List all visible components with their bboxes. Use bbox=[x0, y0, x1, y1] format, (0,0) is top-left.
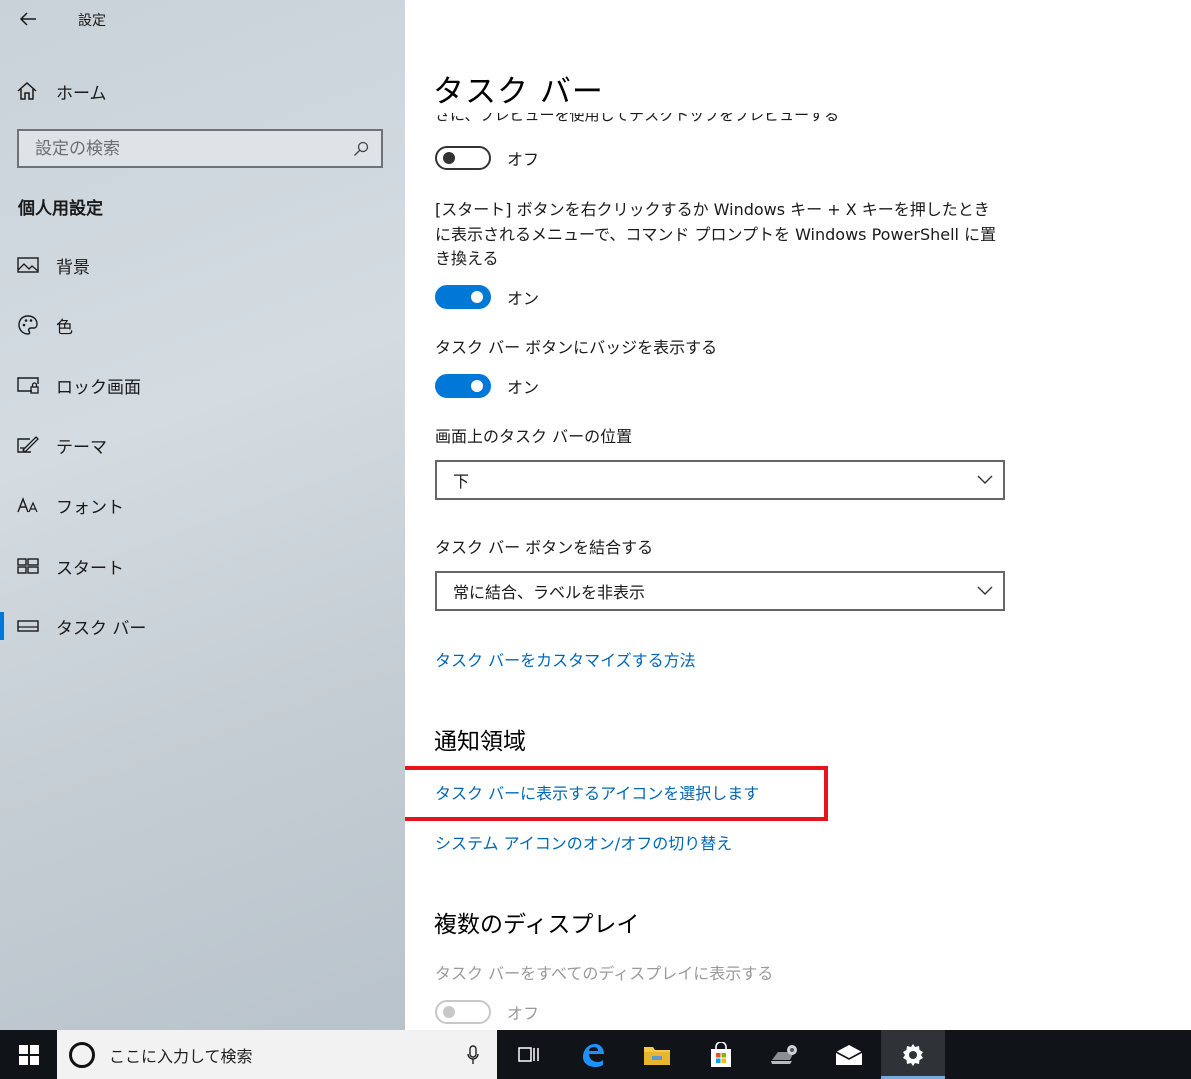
combine-buttons-dropdown[interactable]: 常に結合、ラベルを非表示 bbox=[435, 571, 1005, 611]
sidebar-item-home[interactable]: ホーム bbox=[16, 77, 107, 105]
powershell-setting-label: [スタート] ボタンを右クリックするか Windows キー + X キーを押し… bbox=[435, 200, 997, 268]
badge-setting-label: タスク バー ボタンにバッジを表示する bbox=[435, 338, 718, 357]
search-icon[interactable] bbox=[353, 141, 369, 157]
partially-scrolled-label: さに、プレビューを使用してデスクトップをプレビューする bbox=[435, 113, 839, 127]
store-button[interactable] bbox=[689, 1030, 753, 1079]
taskbar-search-placeholder: ここに入力して検索 bbox=[109, 1046, 253, 1066]
sidebar-item-label: 背景 bbox=[56, 257, 90, 278]
position-setting-label: 画面上のタスク バーの位置 bbox=[435, 427, 633, 446]
peek-toggle-state: オフ bbox=[507, 150, 540, 169]
theme-icon bbox=[16, 433, 40, 457]
edge-icon bbox=[583, 1043, 604, 1067]
select-taskbar-icons-link[interactable]: タスク バーに表示するアイコンを選択します bbox=[435, 780, 759, 804]
task-view-icon bbox=[518, 1046, 539, 1062]
gear-icon bbox=[903, 1043, 923, 1066]
powershell-toggle-row: オン bbox=[435, 285, 539, 309]
mail-icon bbox=[835, 1044, 863, 1065]
sidebar-home-label: ホーム bbox=[56, 83, 107, 104]
task-view-button[interactable] bbox=[497, 1030, 561, 1079]
badge-toggle-state: オン bbox=[507, 378, 540, 397]
sidebar-item-background[interactable]: 背景 bbox=[0, 245, 405, 285]
font-icon bbox=[16, 493, 40, 517]
multiple-displays-heading: 複数のディスプレイ bbox=[434, 912, 640, 938]
peek-toggle-row: オフ bbox=[435, 146, 539, 170]
sidebar-item-taskbar[interactable]: タスク バー bbox=[0, 606, 405, 646]
combine-buttons-value: 常に結合、ラベルを非表示 bbox=[453, 583, 646, 602]
sidebar-item-font[interactable]: フォント bbox=[0, 485, 405, 525]
palette-icon bbox=[16, 313, 40, 337]
settings-search-input[interactable] bbox=[35, 138, 353, 159]
settings-app-button[interactable] bbox=[881, 1030, 945, 1079]
sidebar-item-lock-screen[interactable]: ロック画面 bbox=[0, 365, 405, 405]
cortana-icon[interactable] bbox=[69, 1041, 95, 1068]
mail-button[interactable] bbox=[817, 1030, 881, 1079]
microphone-icon[interactable] bbox=[467, 1044, 479, 1065]
start-button[interactable] bbox=[0, 1030, 57, 1079]
store-icon bbox=[711, 1041, 731, 1067]
partially-scrolled-text: さに、プレビューを使用してデスクトップをプレビューする bbox=[435, 113, 840, 124]
powershell-toggle-state: オン bbox=[507, 289, 540, 308]
badge-toggle[interactable] bbox=[435, 374, 491, 398]
lock-screen-icon bbox=[16, 373, 40, 397]
windows-taskbar: ここに入力して検索 bbox=[0, 1030, 1191, 1079]
sidebar-item-theme[interactable]: テーマ bbox=[0, 425, 405, 465]
taskbar-search-box[interactable]: ここに入力して検索 bbox=[57, 1030, 497, 1079]
sidebar-item-start[interactable]: スタート bbox=[0, 546, 405, 586]
chevron-down-icon bbox=[977, 586, 993, 595]
multi-display-toggle[interactable] bbox=[435, 1000, 491, 1024]
sidebar: 設定 ホーム 個人用設定 背景 色 ロック画面 テーマ フォント スタート タス… bbox=[0, 0, 405, 1030]
peek-toggle[interactable] bbox=[435, 146, 491, 170]
sidebar-item-color[interactable]: 色 bbox=[0, 305, 405, 345]
back-arrow-icon bbox=[19, 12, 36, 26]
remote-desktop-button[interactable] bbox=[753, 1030, 817, 1079]
start-icon bbox=[16, 554, 40, 578]
sidebar-item-label: タスク バー bbox=[56, 618, 147, 639]
file-explorer-button[interactable] bbox=[625, 1030, 689, 1079]
taskbar-position-dropdown[interactable]: 下 bbox=[435, 460, 1005, 500]
windows-logo-icon bbox=[18, 1044, 39, 1065]
sidebar-item-label: 色 bbox=[56, 317, 73, 338]
settings-search-box[interactable] bbox=[17, 129, 383, 168]
customize-taskbar-link[interactable]: タスク バーをカスタマイズする方法 bbox=[435, 647, 696, 671]
edge-browser-button[interactable] bbox=[561, 1030, 625, 1079]
chevron-down-icon bbox=[977, 475, 993, 484]
sidebar-item-label: テーマ bbox=[56, 437, 107, 458]
folder-icon bbox=[644, 1046, 670, 1065]
page-title: タスク バー bbox=[433, 74, 604, 110]
powershell-toggle[interactable] bbox=[435, 285, 491, 309]
section-title: 個人用設定 bbox=[18, 199, 103, 219]
picture-icon bbox=[16, 253, 40, 277]
sidebar-item-label: フォント bbox=[56, 497, 124, 518]
sidebar-item-label: スタート bbox=[56, 558, 124, 579]
badge-toggle-row: オン bbox=[435, 374, 539, 398]
notification-area-heading: 通知領域 bbox=[434, 729, 526, 755]
computer-settings-icon bbox=[771, 1044, 797, 1064]
back-button[interactable] bbox=[14, 6, 42, 32]
sidebar-item-label: ロック画面 bbox=[56, 377, 141, 398]
system-icons-toggle-link[interactable]: システム アイコンのオン/オフの切り替え bbox=[435, 830, 732, 854]
taskbar-icon bbox=[16, 614, 40, 638]
main-content: タスク バー さに、プレビューを使用してデスクトップをプレビューする オフ [ス… bbox=[405, 0, 1191, 1030]
combine-setting-label: タスク バー ボタンを結合する bbox=[435, 538, 654, 557]
home-icon bbox=[17, 81, 37, 100]
taskbar-position-value: 下 bbox=[453, 472, 470, 491]
window-title: 設定 bbox=[78, 13, 106, 29]
multi-display-toggle-row: オフ bbox=[435, 1000, 539, 1024]
multi-display-toggle-state: オフ bbox=[507, 1004, 540, 1023]
multi-display-setting-label: タスク バーをすべてのディスプレイに表示する bbox=[435, 964, 774, 983]
